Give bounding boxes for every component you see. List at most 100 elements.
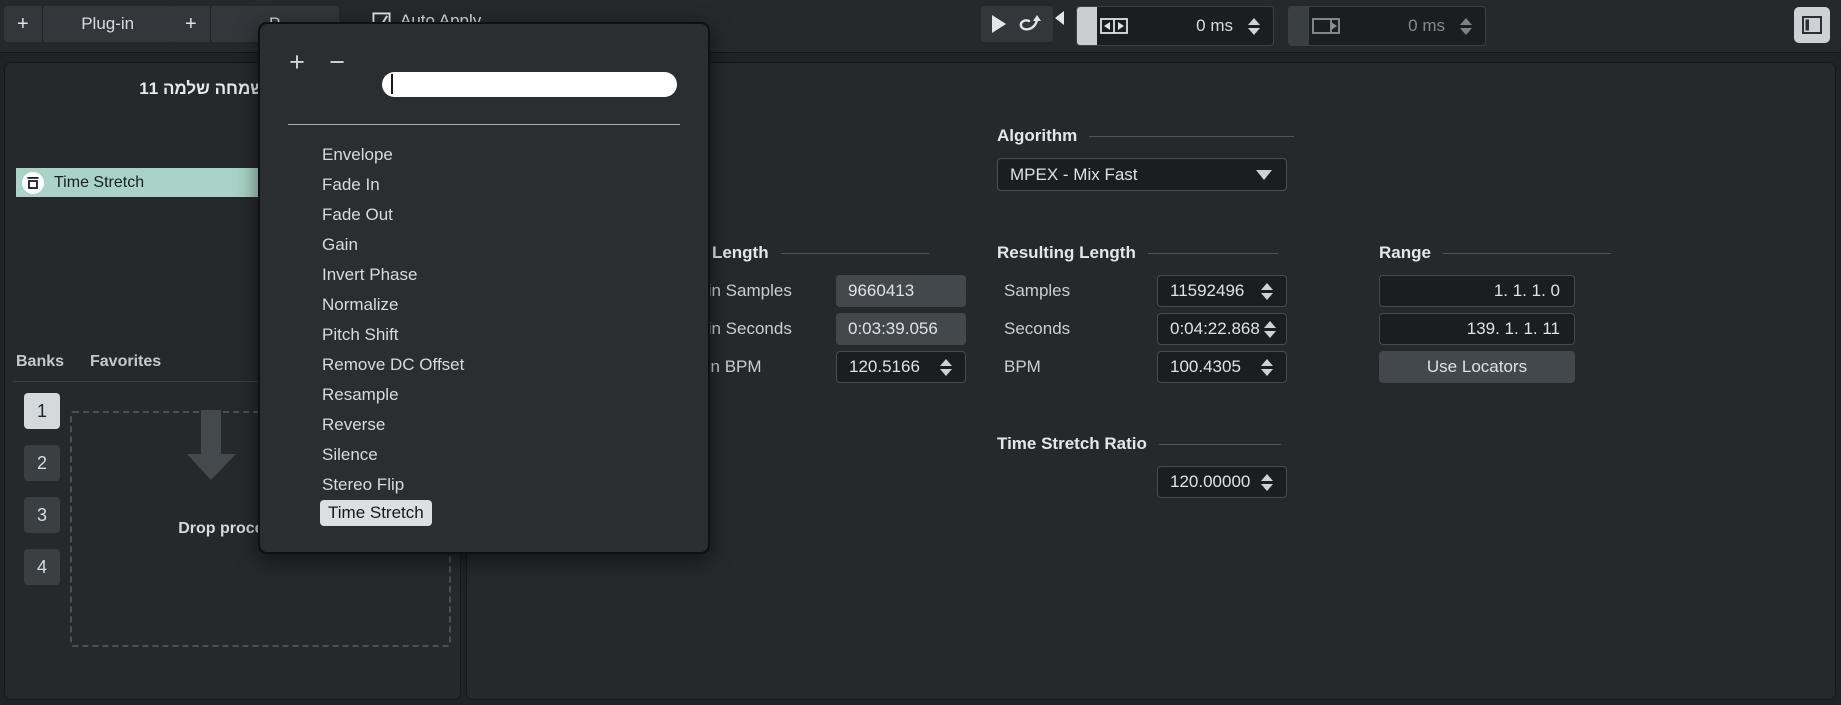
bank-button-4[interactable]: 4 bbox=[24, 549, 60, 585]
seconds-field[interactable]: 0:04:22.868 bbox=[1157, 313, 1287, 345]
section-rule bbox=[1147, 252, 1278, 254]
stepper-down-icon[interactable] bbox=[1261, 292, 1273, 300]
field-tab bbox=[1077, 7, 1097, 45]
add-process-button[interactable]: + bbox=[172, 6, 210, 42]
section-title: Resulting Length bbox=[997, 243, 1136, 262]
bpm-label: BPM bbox=[1004, 357, 1041, 376]
field-tab bbox=[1289, 7, 1309, 45]
tempo-in-bpm-value: 120.5166 bbox=[849, 357, 920, 376]
stepper-down-icon[interactable] bbox=[1261, 483, 1273, 491]
seconds-stepper[interactable] bbox=[1260, 320, 1280, 338]
stepper-up-icon[interactable] bbox=[1263, 320, 1276, 328]
show-right-panel-icon[interactable] bbox=[1794, 7, 1830, 43]
menu-item-fade-out[interactable]: Fade Out bbox=[260, 200, 708, 230]
section-title: Time Stretch Ratio bbox=[997, 434, 1147, 453]
time-stretch-ratio-field[interactable]: 120.00000 bbox=[1157, 466, 1287, 498]
stepper-up-icon[interactable] bbox=[940, 358, 952, 366]
add-process-popup: + − Envelope Fade In Fade Out Gain Inver… bbox=[258, 22, 710, 554]
drop-arrow-icon bbox=[187, 410, 236, 480]
stepper-up-icon[interactable] bbox=[1261, 358, 1273, 366]
tempo-in-bpm-field[interactable]: 120.5166 bbox=[836, 351, 966, 383]
text-cursor bbox=[391, 74, 393, 94]
length-in-samples-field: 9660413 bbox=[836, 275, 966, 307]
menu-item-stereo-flip[interactable]: Stereo Flip bbox=[260, 470, 708, 500]
popup-remove-icon[interactable]: − bbox=[318, 47, 356, 78]
range-end-value: 139. 1. 1. 11 bbox=[1466, 319, 1560, 338]
menu-item-resample[interactable]: Resample bbox=[260, 380, 708, 410]
chevron-down-icon[interactable] bbox=[1256, 169, 1272, 180]
menu-item-envelope[interactable]: Envelope bbox=[260, 140, 708, 170]
bpm-stepper[interactable] bbox=[1254, 358, 1280, 376]
play-icon[interactable] bbox=[992, 15, 1006, 33]
algorithm-section-header: Algorithm bbox=[997, 126, 1295, 146]
bank-button-3[interactable]: 3 bbox=[24, 497, 60, 533]
app-window: + Plug-in + P Auto Apply bbox=[0, 0, 1841, 705]
stepper-up-icon[interactable] bbox=[1248, 17, 1260, 25]
range-start-field[interactable]: 1. 1. 1. 0 bbox=[1379, 275, 1575, 307]
time-stretch-ratio-value: 120.00000 bbox=[1170, 472, 1251, 491]
stepper-up-icon[interactable] bbox=[1460, 17, 1472, 25]
divider bbox=[288, 124, 680, 125]
stepper-down-icon[interactable] bbox=[940, 368, 952, 376]
transport-marker-icon bbox=[1055, 11, 1064, 25]
section-rule bbox=[780, 252, 929, 254]
prefetch-time-field[interactable]: 0 ms bbox=[1076, 6, 1274, 46]
menu-item-invert-phase[interactable]: Invert Phase bbox=[260, 260, 708, 290]
time-stretch-ratio-section-header: Time Stretch Ratio bbox=[997, 434, 1281, 454]
tail-time-value: 0 ms bbox=[1408, 16, 1445, 35]
menu-item-silence[interactable]: Silence bbox=[260, 440, 708, 470]
samples-label: Samples bbox=[1004, 281, 1071, 300]
bpm-field[interactable]: 100.4305 bbox=[1157, 351, 1287, 383]
popup-search-input[interactable] bbox=[382, 72, 677, 97]
stepper-down-icon[interactable] bbox=[1263, 330, 1276, 338]
menu-item-gain[interactable]: Gain bbox=[260, 230, 708, 260]
bank-button-2[interactable]: 2 bbox=[24, 445, 60, 481]
stepper-down-icon[interactable] bbox=[1248, 27, 1260, 35]
favorites-label: Favorites bbox=[90, 353, 162, 370]
stepper-down-icon[interactable] bbox=[1460, 27, 1472, 35]
section-title: Algorithm bbox=[997, 126, 1078, 145]
algorithm-select[interactable]: MPEX - Mix Fast bbox=[997, 158, 1287, 191]
section-rule bbox=[1158, 443, 1281, 445]
menu-item-remove-dc-offset[interactable]: Remove DC Offset bbox=[260, 350, 708, 380]
add-plugin-button[interactable]: + bbox=[4, 6, 42, 42]
section-rule bbox=[1442, 252, 1611, 254]
stepper-up-icon[interactable] bbox=[1261, 282, 1273, 290]
menu-item-pitch-shift[interactable]: Pitch Shift bbox=[260, 320, 708, 350]
stepper-down-icon[interactable] bbox=[1261, 368, 1273, 376]
length-in-seconds-value: 0:03:39.056 bbox=[848, 319, 938, 338]
plugin-button[interactable]: Plug-in bbox=[42, 6, 173, 42]
bank-button-1[interactable]: 1 bbox=[24, 393, 60, 429]
section-rule bbox=[1089, 135, 1295, 137]
menu-item-reverse[interactable]: Reverse bbox=[260, 410, 708, 440]
range-both-icon bbox=[1097, 16, 1131, 36]
stepper-up-icon[interactable] bbox=[1261, 473, 1273, 481]
algorithm-value: MPEX - Mix Fast bbox=[1010, 164, 1138, 184]
menu-item-normalize[interactable]: Normalize bbox=[260, 290, 708, 320]
length-in-seconds-field: 0:03:39.056 bbox=[836, 313, 966, 345]
menu-item-time-stretch[interactable]: Time Stretch bbox=[320, 500, 432, 526]
show-right-panel-glyph bbox=[1802, 16, 1822, 34]
process-menu-list: Envelope Fade In Fade Out Gain Invert Ph… bbox=[260, 140, 708, 526]
process-icon bbox=[22, 171, 44, 194]
samples-field[interactable]: 11592496 bbox=[1157, 275, 1287, 307]
range-end-field[interactable]: 139. 1. 1. 11 bbox=[1379, 313, 1575, 345]
tempo-in-bpm-stepper[interactable] bbox=[933, 358, 959, 376]
time-stretch-ratio-stepper[interactable] bbox=[1254, 473, 1280, 491]
tail-time-stepper[interactable] bbox=[1455, 7, 1485, 45]
transport-controls[interactable] bbox=[981, 6, 1053, 42]
use-locators-button[interactable]: Use Locators bbox=[1379, 351, 1575, 383]
bpm-value: 100.4305 bbox=[1170, 357, 1241, 376]
prefetch-time-value: 0 ms bbox=[1196, 16, 1233, 35]
seconds-value: 0:04:22.868 bbox=[1170, 319, 1260, 338]
range-right-icon bbox=[1309, 16, 1343, 36]
samples-value: 11592496 bbox=[1170, 281, 1245, 300]
cycle-icon[interactable] bbox=[1016, 13, 1042, 35]
tail-time-field[interactable]: 0 ms bbox=[1288, 6, 1486, 46]
samples-stepper[interactable] bbox=[1254, 282, 1280, 300]
prefetch-time-stepper[interactable] bbox=[1243, 7, 1273, 45]
menu-item-fade-in[interactable]: Fade In bbox=[260, 170, 708, 200]
popup-add-icon[interactable]: + bbox=[278, 47, 316, 78]
table-row-label: Time Stretch bbox=[54, 173, 145, 191]
banks-label: Banks bbox=[16, 353, 65, 370]
